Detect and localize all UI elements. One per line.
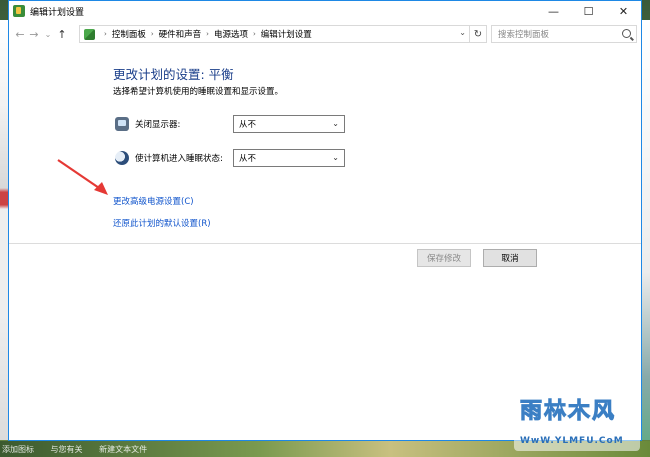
cancel-button[interactable]: 取消 xyxy=(483,249,537,267)
page-title: 更改计划的设置: 平衡 xyxy=(113,67,234,82)
breadcrumb: › 控制面板 › 硬件和声音 › 电源选项 › 编辑计划设置 xyxy=(99,28,312,40)
chevron-down-icon: ⌄ xyxy=(332,119,339,128)
desktop-label: 新建文本文件 xyxy=(99,445,148,454)
watermark-url: WwW.YLMFU.CoM xyxy=(520,436,624,446)
sleep-value: 从不 xyxy=(239,154,257,164)
monitor-icon xyxy=(115,117,129,131)
divider xyxy=(9,243,641,244)
advanced-power-settings-link[interactable]: 更改高级电源设置(C) xyxy=(113,195,194,207)
breadcrumb-item[interactable]: 硬件和声音 xyxy=(159,28,202,40)
address-dropdown-chevron-icon[interactable]: ⌄ xyxy=(459,28,466,37)
search-input[interactable]: 搜索控制面板 xyxy=(491,25,637,43)
title-bar[interactable]: 编辑计划设置 — ☐ ✕ xyxy=(9,1,641,21)
recent-locations-chevron-icon[interactable]: ⌄ xyxy=(41,26,55,42)
control-panel-icon xyxy=(84,28,95,40)
desktop-labels: 添加图标 与您有关 新建文本文件 xyxy=(2,444,161,455)
maximize-button[interactable]: ☐ xyxy=(571,1,606,21)
watermark: 雨林木风 WwW.YLMFU.CoM xyxy=(514,389,640,451)
watermark-logo: 雨林木风 xyxy=(519,399,617,425)
search-placeholder: 搜索控制面板 xyxy=(498,30,550,40)
breadcrumb-item[interactable]: 控制面板 xyxy=(112,28,146,40)
breadcrumb-item[interactable]: 电源选项 xyxy=(214,28,248,40)
up-arrow-icon[interactable]: ↑ xyxy=(55,26,69,42)
restore-defaults-link[interactable]: 还原此计划的默认设置(R) xyxy=(113,217,211,229)
breadcrumb-separator: › xyxy=(104,30,107,38)
sleep-moon-icon xyxy=(115,151,129,165)
navigation-row: ← → ⌄ ↑ › 控制面板 › 硬件和声音 › 电源选项 › 编辑计划设置 ⌄… xyxy=(9,21,641,47)
annotation-arrow-icon xyxy=(57,159,108,195)
forward-arrow-icon[interactable]: → xyxy=(27,26,41,42)
control-panel-icon xyxy=(13,5,25,17)
breadcrumb-separator[interactable]: › xyxy=(253,30,256,38)
desktop-label: 与您有关 xyxy=(50,445,83,454)
display-off-row: 关闭显示器: xyxy=(115,115,180,133)
desktop-right-edge xyxy=(642,20,650,440)
sleep-row: 使计算机进入睡眠状态: xyxy=(115,149,223,167)
minimize-button[interactable]: — xyxy=(536,1,571,21)
search-icon[interactable] xyxy=(622,29,631,38)
display-off-value: 从不 xyxy=(239,120,257,130)
chevron-down-icon: ⌄ xyxy=(332,153,339,162)
address-bar[interactable]: › 控制面板 › 硬件和声音 › 电源选项 › 编辑计划设置 ⌄ ↻ xyxy=(79,25,487,43)
breadcrumb-separator[interactable]: › xyxy=(151,30,154,38)
control-panel-window: 编辑计划设置 — ☐ ✕ ← → ⌄ ↑ › 控制面板 › 硬件和声音 › 电源… xyxy=(8,0,642,441)
close-button[interactable]: ✕ xyxy=(606,1,641,21)
window-controls: — ☐ ✕ xyxy=(536,1,641,21)
save-button[interactable]: 保存修改 xyxy=(417,249,471,267)
back-arrow-icon[interactable]: ← xyxy=(13,26,27,42)
refresh-icon[interactable]: ↻ xyxy=(469,26,486,42)
desktop-label: 添加图标 xyxy=(2,445,34,454)
display-off-label: 关闭显示器: xyxy=(135,120,181,130)
breadcrumb-separator[interactable]: › xyxy=(206,30,209,38)
main-content: 更改计划的设置: 平衡 选择希望计算机使用的睡眠设置和显示设置。 关闭显示器: … xyxy=(9,47,641,440)
desktop-left-edge xyxy=(0,20,8,440)
window-title: 编辑计划设置 xyxy=(30,7,85,18)
breadcrumb-item[interactable]: 编辑计划设置 xyxy=(261,28,312,40)
page-description: 选择希望计算机使用的睡眠设置和显示设置。 xyxy=(113,87,284,97)
display-off-select[interactable]: 从不 ⌄ xyxy=(233,115,345,133)
sleep-select[interactable]: 从不 ⌄ xyxy=(233,149,345,167)
sleep-label: 使计算机进入睡眠状态: xyxy=(135,154,223,164)
